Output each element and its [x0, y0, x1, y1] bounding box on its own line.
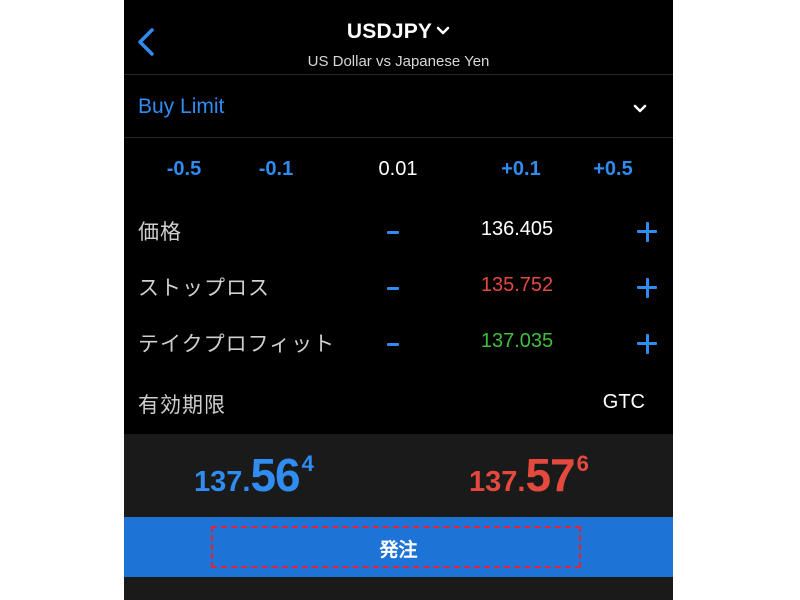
expiry-label: 有効期限 [138, 394, 226, 417]
expiry-value: GTC [602, 391, 645, 413]
symbol-selector[interactable]: USDJPY [124, 20, 673, 44]
stop-loss-label: ストップロス [138, 277, 270, 300]
order-screen: USDJPY US Dollar vs Japanese Yen Buy Lim… [124, 0, 673, 600]
price-increment-button[interactable] [635, 220, 659, 244]
take-profit-decrement-button[interactable] [382, 334, 404, 356]
take-profit-increment-button[interactable] [635, 332, 659, 356]
price-row: 価格 136.405 [124, 210, 673, 250]
order-type-label: Buy Limit [138, 95, 225, 118]
bottom-strip [124, 577, 673, 600]
order-type-selector[interactable]: Buy Limit [124, 75, 673, 138]
ask-price-pips: 57 [525, 449, 575, 501]
symbol-name: USDJPY [346, 20, 433, 43]
place-order-button[interactable]: 発注 [124, 517, 673, 577]
stop-loss-decrement-button[interactable] [382, 278, 404, 300]
price-label: 価格 [138, 221, 182, 244]
price-value[interactable]: 136.405 [454, 218, 580, 241]
chevron-down-icon [436, 18, 450, 42]
bid-price[interactable]: 137.564 [194, 448, 314, 502]
step-minus-0-1-button[interactable]: -0.1 [236, 158, 316, 181]
step-plus-0-1-button[interactable]: +0.1 [481, 158, 561, 181]
take-profit-row: テイクプロフィット 137.035 [124, 322, 673, 362]
symbol-description: US Dollar vs Japanese Yen [307, 53, 490, 70]
ask-price-fraction: 6 [576, 451, 589, 476]
step-plus-0-5-button[interactable]: +0.5 [573, 158, 653, 181]
bid-price-pips: 56 [250, 449, 300, 501]
take-profit-label: テイクプロフィット [138, 333, 336, 356]
step-size-row: -0.5 -0.1 0.01 +0.1 +0.5 [124, 158, 673, 188]
take-profit-value[interactable]: 137.035 [454, 330, 580, 353]
header: USDJPY US Dollar vs Japanese Yen [124, 0, 673, 75]
place-order-label: 発注 [379, 540, 418, 561]
expiry-row[interactable]: 有効期限 GTC [124, 383, 673, 423]
step-current-value: 0.01 [378, 158, 418, 180]
price-decrement-button[interactable] [382, 222, 404, 244]
step-minus-0-5-button[interactable]: -0.5 [144, 158, 224, 181]
ask-price[interactable]: 137.576 [469, 448, 589, 502]
stop-loss-row: ストップロス 135.752 [124, 266, 673, 306]
stop-loss-value[interactable]: 135.752 [454, 274, 580, 297]
bid-price-fraction: 4 [301, 451, 314, 476]
bid-price-prefix: 137. [194, 466, 251, 498]
chevron-down-icon [633, 101, 647, 119]
stop-loss-increment-button[interactable] [635, 276, 659, 300]
quote-panel: 137.564 137.576 [124, 434, 673, 517]
ask-price-prefix: 137. [469, 466, 526, 498]
